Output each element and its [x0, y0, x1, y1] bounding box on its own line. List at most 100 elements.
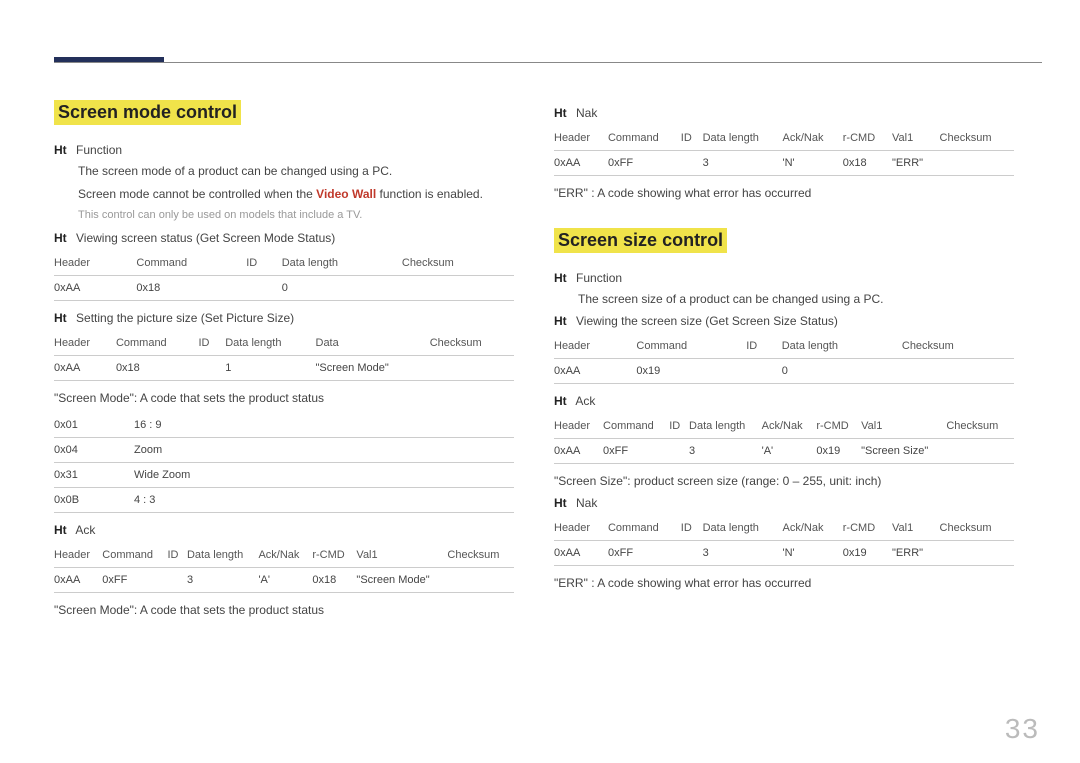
td: 0x0B: [54, 487, 134, 512]
table-header-row: Header Command ID Data length Checksum: [54, 251, 514, 276]
left-column: Screen mode control Ht Function The scre…: [54, 100, 514, 625]
th: Command: [102, 543, 167, 568]
table-row: 0xAA 0xFF 3 'N' 0x19 "ERR": [554, 540, 1014, 565]
table-row: 0xAA 0xFF 3 'N' 0x18 "ERR": [554, 151, 1014, 176]
table-row: 0x04Zoom: [54, 437, 514, 462]
table-nak-screen-mode: Header Command ID Data length Ack/Nak r-…: [554, 126, 1014, 176]
th: Header: [54, 543, 102, 568]
th: Command: [636, 334, 746, 359]
table-nak-screen-size: Header Command ID Data length Ack/Nak r-…: [554, 516, 1014, 566]
tv-note: This control can only be used on models …: [78, 209, 514, 221]
td: 3: [703, 540, 783, 565]
table-header-row: Header Command ID Data length Ack/Nak r-…: [54, 543, 514, 568]
td: 0xAA: [554, 540, 608, 565]
td: 0xAA: [54, 275, 136, 300]
td: 0xAA: [554, 151, 608, 176]
ht-viewing-line: Ht Viewing screen status (Get Screen Mod…: [54, 231, 514, 245]
td: [946, 438, 1014, 463]
td: Wide Zoom: [134, 462, 514, 487]
th: Ack/Nak: [783, 126, 843, 151]
td: "Screen Mode": [356, 567, 447, 592]
td: [199, 355, 226, 380]
td: [940, 151, 1014, 176]
th: Header: [554, 334, 636, 359]
td: 0x19: [816, 438, 861, 463]
td: 3: [187, 567, 258, 592]
td: 0xFF: [608, 151, 681, 176]
ht-label: Ht: [554, 106, 573, 120]
th: Data length: [282, 251, 402, 276]
ht-function-size-line: Ht Function: [554, 271, 1014, 285]
table-ack-screen-size: Header Command ID Data length Ack/Nak r-…: [554, 414, 1014, 464]
ht-setting-line: Ht Setting the picture size (Set Picture…: [54, 311, 514, 325]
table-get-screen-mode: Header Command ID Data length Checksum 0…: [54, 251, 514, 301]
th: ID: [199, 331, 226, 356]
td: 1: [225, 355, 315, 380]
th: ID: [681, 126, 703, 151]
header-accent-bar: [54, 57, 164, 62]
section-title-screen-mode: Screen mode control: [54, 100, 241, 125]
td: [669, 438, 689, 463]
td: [940, 540, 1014, 565]
th: ID: [681, 516, 703, 541]
table-ack-screen-mode: Header Command ID Data length Ack/Nak r-…: [54, 543, 514, 593]
th: Header: [554, 414, 603, 439]
table-row: 0x31Wide Zoom: [54, 462, 514, 487]
td: "ERR": [892, 540, 940, 565]
td: [447, 567, 514, 592]
th: ID: [669, 414, 689, 439]
th: Data length: [689, 414, 762, 439]
td: 'A': [258, 567, 312, 592]
ht-nak-text: Nak: [576, 106, 597, 120]
td: "Screen Size": [861, 438, 946, 463]
table-header-row: Header Command ID Data length Checksum: [554, 334, 1014, 359]
err-caption-size: "ERR" : A code showing what error has oc…: [554, 576, 1014, 590]
table-mode-codes: 0x0116 : 9 0x04Zoom 0x31Wide Zoom 0x0B4 …: [54, 413, 514, 513]
th: Header: [554, 516, 608, 541]
td: 0xFF: [603, 438, 669, 463]
ht-function-line: Ht Function: [54, 143, 514, 157]
td: 0xFF: [608, 540, 681, 565]
th: Command: [608, 516, 681, 541]
th: r-CMD: [816, 414, 861, 439]
td: "ERR": [892, 151, 940, 176]
th: Checksum: [946, 414, 1014, 439]
ht-function-text: Function: [76, 143, 122, 157]
th: Ack/Nak: [783, 516, 843, 541]
td: 0: [782, 358, 902, 383]
th: Command: [116, 331, 199, 356]
ht-label: Ht: [554, 314, 573, 328]
table-get-screen-size: Header Command ID Data length Checksum 0…: [554, 334, 1014, 384]
err-caption-mode: "ERR" : A code showing what error has oc…: [554, 186, 1014, 200]
page-number: 33: [1005, 713, 1040, 745]
td: 0xAA: [554, 438, 603, 463]
th: Header: [54, 331, 116, 356]
ht-setting-text: Setting the picture size (Set Picture Si…: [76, 311, 294, 325]
ht-label: Ht: [554, 394, 573, 408]
td: 3: [689, 438, 762, 463]
th: r-CMD: [843, 516, 892, 541]
th: ID: [246, 251, 282, 276]
th: Data: [316, 331, 430, 356]
th: Command: [136, 251, 246, 276]
td: 0x19: [843, 540, 892, 565]
screen-size-caption: "Screen Size": product screen size (rang…: [554, 474, 1014, 488]
function-desc-2: Screen mode cannot be controlled when th…: [78, 186, 514, 203]
th: r-CMD: [312, 543, 356, 568]
function-desc-1: The screen mode of a product can be chan…: [78, 163, 514, 180]
th: Data length: [782, 334, 902, 359]
video-wall-highlight: Video Wall: [316, 187, 376, 201]
td: 4 : 3: [134, 487, 514, 512]
td: 0xAA: [554, 358, 636, 383]
td: 'A': [762, 438, 817, 463]
td: 0: [282, 275, 402, 300]
ht-label: Ht: [54, 523, 73, 537]
th: Val1: [861, 414, 946, 439]
td: [681, 151, 703, 176]
td: Zoom: [134, 437, 514, 462]
td: 0xFF: [102, 567, 167, 592]
td: 3: [703, 151, 783, 176]
table-row: 0xAA 0x18 1 "Screen Mode": [54, 355, 514, 380]
td: 0x18: [312, 567, 356, 592]
ht-nak-size-line: Ht Nak: [554, 496, 1014, 510]
